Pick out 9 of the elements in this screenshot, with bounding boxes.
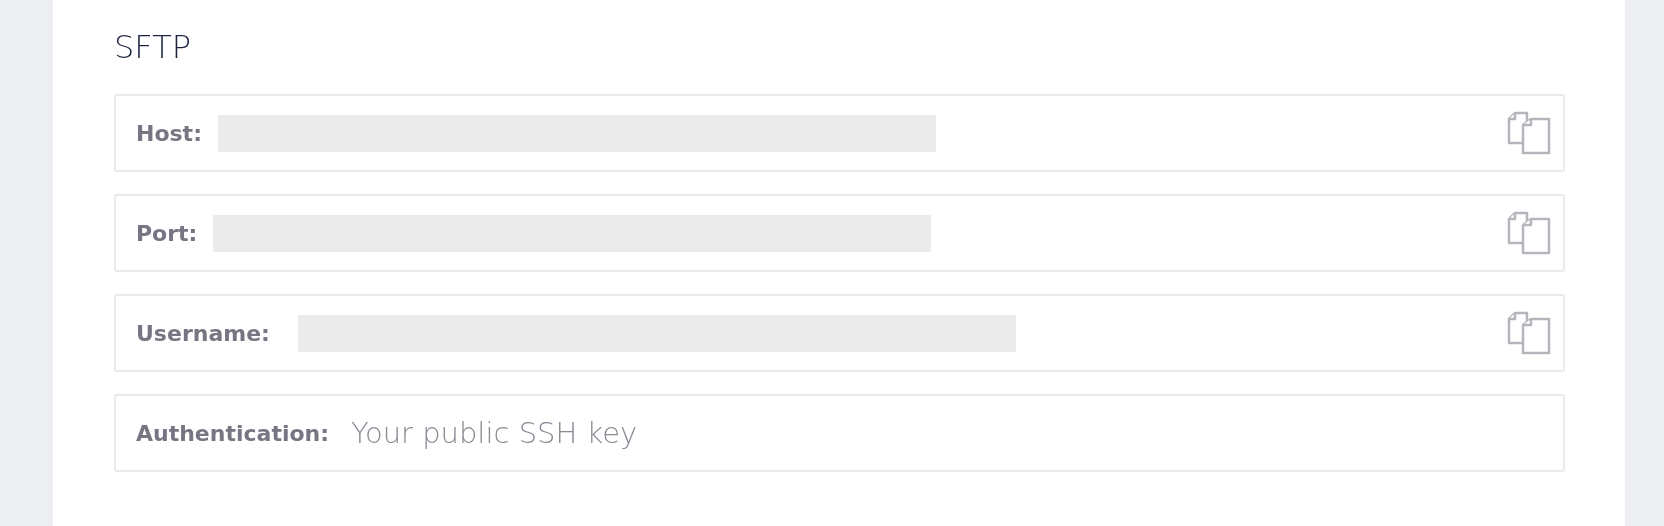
key-input[interactable]: Your public SSH key	[349, 415, 954, 451]
field-label: Host:	[136, 120, 202, 146]
section-title: SFTP	[114, 28, 191, 66]
field-label: Authentication:	[136, 420, 330, 446]
copy-icon[interactable]	[1507, 211, 1551, 255]
copy-icon[interactable]	[1507, 111, 1551, 155]
field-label: Port:	[136, 220, 198, 246]
field-label: Username:	[136, 320, 270, 346]
copy-icon[interactable]	[1507, 311, 1551, 355]
